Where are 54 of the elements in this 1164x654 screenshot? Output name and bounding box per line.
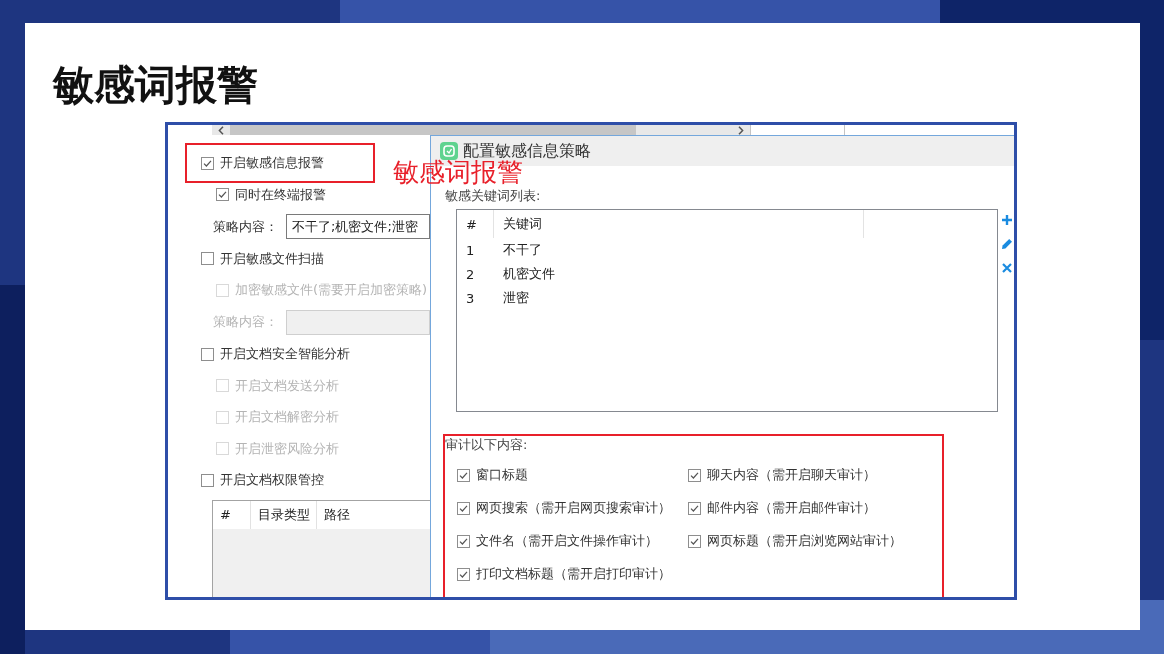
checkbox-label: 邮件内容（需开启邮件审计） [707,500,876,516]
checkbox[interactable] [216,188,229,201]
table-cell-text: 1 [465,241,476,260]
checkbox[interactable] [457,468,470,482]
checkbox-label: 开启文档安全智能分析 [220,346,350,362]
text-field[interactable]: 不干了;机密文件;泄密 [286,214,430,239]
checkbox[interactable] [688,534,701,548]
checkbox[interactable] [201,473,214,487]
field-label: 策略内容： [213,218,279,235]
checkbox-label: 开启泄密风险分析 [235,440,339,457]
checkbox-label: 网页搜索（需开启网页搜索审计） [476,500,671,516]
cross-icon[interactable] [1002,263,1012,273]
column-header[interactable]: 目录类型 [251,500,317,529]
column-header[interactable]: 路径 [317,500,430,529]
checkbox-label: 打印文档标题（需开启打印审计） [476,566,671,582]
app-icon [440,142,458,160]
section-label: 审计以下内容: [445,437,528,453]
checkbox-label: 加密敏感文件(需要开启加密策略) [235,282,428,298]
checkbox-label: 网页标题（需开启浏览网站审计） [707,533,902,549]
checkbox[interactable] [457,567,470,581]
slide-title: 敏感词报警 [53,64,258,106]
field-label: 策略内容： [213,314,279,330]
checkbox-label: 开启文档权限管控 [220,472,324,488]
checkbox-label: 开启敏感文件扫描 [220,250,324,267]
checkbox-label: 窗口标题 [476,467,528,483]
table-cell-text: 不干了 [502,241,543,259]
checkbox-label: 开启敏感信息报警 [220,155,324,171]
horizontal-scrollbar[interactable] [212,125,750,135]
checkbox[interactable] [457,534,470,548]
pencil-icon[interactable] [1002,239,1012,249]
table-cell-text: 2 [465,265,476,284]
checkbox[interactable] [201,347,214,361]
plus-icon[interactable] [1002,215,1012,225]
checkbox[interactable] [457,501,470,515]
table-cell-text: 3 [465,289,476,308]
checkbox[interactable] [688,468,701,482]
chevron-left-icon[interactable] [218,125,224,135]
table-cell-text: 机密文件 [502,265,556,283]
dialog-title: 配置敏感信息策略 [463,141,591,160]
checkbox-label: 聊天内容（需开启聊天审计） [707,467,876,483]
table-cell-text: 泄密 [502,289,530,307]
column-header[interactable]: # [213,500,251,529]
checkbox[interactable] [201,156,214,170]
checkbox-label: 文件名（需开启文件操作审计） [476,533,658,549]
column-header[interactable]: # [457,210,494,238]
chevron-right-icon[interactable] [738,125,744,135]
checkbox-label: 同时在终端报警 [235,186,326,203]
checkbox-label: 开启文档解密分析 [235,409,339,425]
column-header[interactable]: 关键词 [494,210,864,238]
checkbox-label: 开启文档发送分析 [235,377,339,394]
checkbox[interactable] [688,501,701,515]
section-label: 敏感关键词列表: [445,188,541,204]
checkbox[interactable] [201,252,214,265]
scrollbar-thumb[interactable] [230,125,636,135]
